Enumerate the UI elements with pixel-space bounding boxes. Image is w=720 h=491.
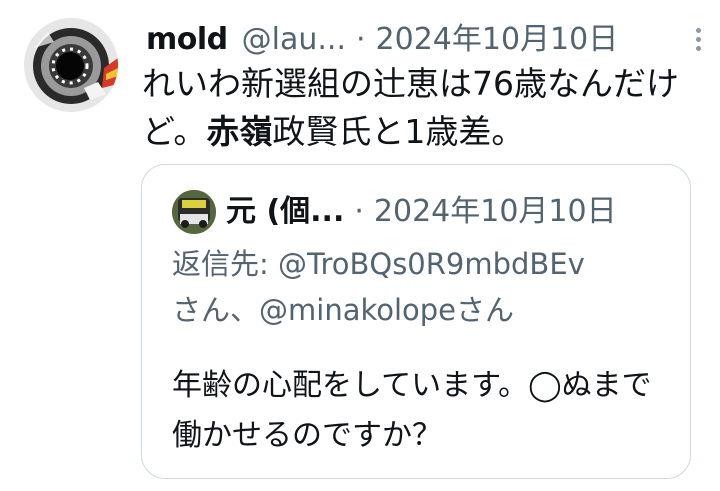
avatar-image <box>24 18 118 112</box>
quoted-tweet-card[interactable]: 元 (個... · 2024年10月10日 返信先: @TroBQs0R9mbd… <box>141 164 691 479</box>
quoted-separator: · <box>354 194 364 229</box>
more-vertical-icon[interactable] <box>692 24 704 58</box>
reply-to-line: 返信先: @TroBQs0R9mbdBEv さん、@minakolopeさん <box>172 241 682 333</box>
quoted-header: 元 (個... · 2024年10月10日 <box>226 188 686 236</box>
quoted-author-avatar <box>172 190 216 234</box>
author-handle[interactable]: @lau... <box>242 16 346 64</box>
reply-suffix: さん <box>456 293 515 327</box>
reply-mention-2[interactable]: @minakolope <box>259 293 456 327</box>
header-separator: · <box>355 22 366 57</box>
reply-prefix: 返信先: <box>172 247 278 281</box>
quoted-author-name: 元 (個... <box>226 194 345 229</box>
tweet-text-part2: 政賢氏と1歳差。 <box>272 112 525 151</box>
quoted-date: 2024年10月10日 <box>373 194 617 229</box>
reply-mid: さん、 <box>172 293 260 327</box>
tweet-header: mold @lau... · 2024年10月10日 <box>146 16 706 64</box>
tweet-text: れいわ新選組の辻恵は76歳なんだけど。赤嶺政賢氏と1歳差。 <box>142 60 710 156</box>
reply-mention-1[interactable]: @TroBQs0R9mbdBEv <box>278 247 585 281</box>
quoted-tweet-text: 年齢の心配をしています。◯ぬまで 働かせるのですか？ <box>172 368 652 453</box>
author-avatar[interactable] <box>24 18 118 112</box>
quoted-avatar-image <box>172 190 216 234</box>
tweet-date[interactable]: 2024年10月10日 <box>376 16 619 64</box>
tweet-text-bold: 赤嶺 <box>206 112 273 151</box>
author-name[interactable]: mold <box>146 16 228 64</box>
